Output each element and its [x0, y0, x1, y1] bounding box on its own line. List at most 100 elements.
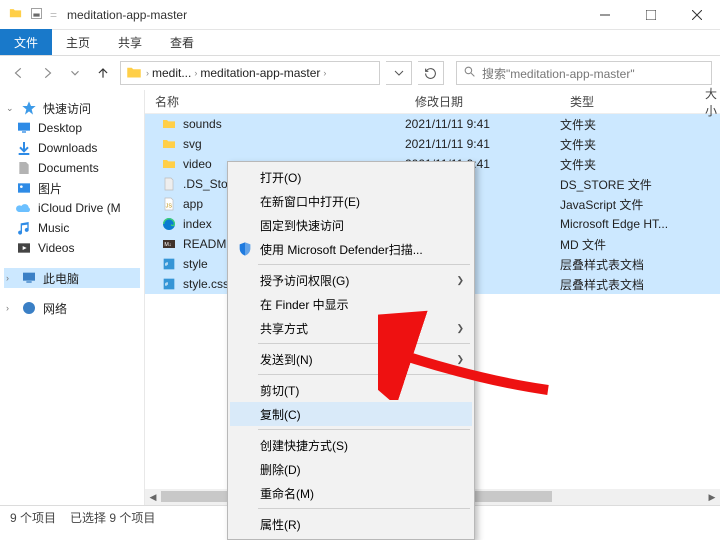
ctx-properties[interactable]: 属性(R) [230, 512, 472, 536]
ctx-sendto[interactable]: 发送到(N)❯ [230, 347, 472, 371]
css-icon: # [161, 256, 177, 272]
file-date: 2021/11/11 9:41 [405, 117, 560, 131]
file-type: 文件夹 [560, 156, 695, 173]
edge-icon [161, 216, 177, 232]
caret-right-icon: › [6, 303, 15, 313]
sidebar-item-videos[interactable]: Videos [4, 238, 140, 258]
video-icon [16, 240, 32, 256]
chevron-right-icon: › [323, 68, 326, 78]
network-icon [21, 300, 37, 316]
file-type: MD 文件 [560, 236, 695, 253]
sidebar-item-network[interactable]: ›网络 [4, 298, 140, 318]
ctx-separator [258, 264, 470, 265]
folder-icon [8, 6, 23, 24]
sidebar-item-label: Downloads [38, 141, 97, 155]
file-name: style [183, 257, 208, 271]
download-icon [16, 140, 32, 156]
file-type: 文件夹 [560, 136, 695, 153]
maximize-button[interactable] [628, 0, 674, 30]
ctx-cut[interactable]: 剪切(T) [230, 378, 472, 402]
file-type: 文件夹 [560, 116, 695, 133]
context-menu: 打开(O) 在新窗口中打开(E) 固定到快速访问 使用 Microsoft De… [227, 161, 475, 540]
file-date: 2021/11/11 9:41 [405, 137, 560, 151]
minimize-button[interactable] [582, 0, 628, 30]
picture-icon [16, 180, 32, 196]
ctx-shortcut[interactable]: 创建快捷方式(S) [230, 433, 472, 457]
col-size[interactable]: 大小 [695, 85, 720, 119]
caret-down-icon: ⌄ [6, 103, 15, 114]
sidebar-item-icloud[interactable]: iCloud Drive (M [4, 198, 140, 218]
file-name: svg [183, 137, 202, 151]
col-name[interactable]: 名称 [145, 93, 405, 110]
music-icon [16, 220, 32, 236]
sidebar-item-music[interactable]: Music [4, 218, 140, 238]
nav-up-button[interactable] [92, 62, 114, 84]
ctx-label: 复制(C) [260, 406, 301, 423]
sidebar-item-this-pc[interactable]: › 此电脑 [4, 268, 140, 288]
ctx-new-window[interactable]: 在新窗口中打开(E) [230, 189, 472, 213]
ctx-access[interactable]: 授予访问权限(G)❯ [230, 268, 472, 292]
sidebar-item-pictures[interactable]: 图片 [4, 178, 140, 198]
sidebar-item-label: Music [38, 221, 69, 235]
close-button[interactable] [674, 0, 720, 30]
js-icon: JS [161, 196, 177, 212]
tab-file[interactable]: 文件 [0, 29, 52, 55]
sidebar-item-label: Desktop [38, 121, 82, 135]
ctx-label: 授予访问权限(G) [260, 272, 349, 289]
ctx-label: 重命名(M) [260, 485, 314, 502]
desktop-icon [16, 120, 32, 136]
tab-view[interactable]: 查看 [156, 29, 208, 55]
ctx-label: 删除(D) [260, 461, 301, 478]
sidebar-item-quick-access[interactable]: ⌄ 快速访问 [4, 98, 140, 118]
refresh-button[interactable] [418, 61, 444, 85]
nav-forward-button[interactable] [36, 62, 58, 84]
ctx-delete[interactable]: 删除(D) [230, 457, 472, 481]
ctx-pin-quick[interactable]: 固定到快速访问 [230, 213, 472, 237]
ctx-label: 固定到快速访问 [260, 217, 344, 234]
ctx-label: 在新窗口中打开(E) [260, 193, 360, 210]
nav-recent-button[interactable] [64, 62, 86, 84]
search-placeholder: 搜索"meditation-app-master" [482, 65, 635, 82]
ctx-finder[interactable]: 在 Finder 中显示 [230, 292, 472, 316]
file-name: sounds [183, 117, 222, 131]
ctx-open[interactable]: 打开(O) [230, 165, 472, 189]
caret-right-icon: › [6, 273, 15, 283]
sidebar-item-desktop[interactable]: Desktop [4, 118, 140, 138]
tab-home[interactable]: 主页 [52, 29, 104, 55]
col-type[interactable]: 类型 [560, 93, 695, 110]
sidebar-item-documents[interactable]: Documents [4, 158, 140, 178]
ctx-label: 共享方式 [260, 320, 308, 337]
file-type: 层叠样式表文档 [560, 256, 695, 273]
sidebar-item-label: 此电脑 [43, 270, 79, 287]
file-row[interactable]: sounds 2021/11/11 9:41文件夹 [145, 114, 720, 134]
breadcrumb-dropdown-button[interactable] [386, 61, 412, 85]
ctx-share[interactable]: 共享方式❯ [230, 316, 472, 340]
breadcrumb-seg-2[interactable]: meditation-app-master [200, 66, 320, 80]
col-date[interactable]: 修改日期 [405, 93, 560, 110]
nav-back-button[interactable] [8, 62, 30, 84]
svg-text:JS: JS [166, 203, 173, 209]
ctx-copy[interactable]: 复制(C) [230, 402, 472, 426]
window-title: meditation-app-master [67, 8, 187, 22]
svg-text:#: # [165, 282, 168, 288]
search-input[interactable]: 搜索"meditation-app-master" [456, 61, 712, 85]
sidebar-item-label: Documents [38, 161, 99, 175]
ctx-rename[interactable]: 重命名(M) [230, 481, 472, 505]
ctx-defender[interactable]: 使用 Microsoft Defender扫描... [230, 237, 472, 261]
breadcrumb-seg-1[interactable]: medit... [152, 66, 191, 80]
sidebar-item-label: iCloud Drive (M [38, 201, 121, 215]
tab-share[interactable]: 共享 [104, 29, 156, 55]
md-icon: M↓ [161, 236, 177, 252]
sidebar-item-downloads[interactable]: Downloads [4, 138, 140, 158]
scroll-right[interactable]: ▶ [704, 489, 720, 505]
ctx-label: 创建快捷方式(S) [260, 437, 348, 454]
scroll-left[interactable]: ◀ [145, 489, 161, 505]
search-icon [463, 65, 476, 81]
quick-access-toolbar: = [8, 6, 57, 24]
column-headers[interactable]: 名称 修改日期 类型 大小 [145, 90, 720, 114]
properties-icon[interactable] [29, 6, 44, 24]
cloud-icon [16, 200, 32, 216]
file-name: app [183, 197, 203, 211]
file-row[interactable]: svg 2021/11/11 9:41文件夹 [145, 134, 720, 154]
breadcrumb[interactable]: › medit... › meditation-app-master › [120, 61, 380, 85]
